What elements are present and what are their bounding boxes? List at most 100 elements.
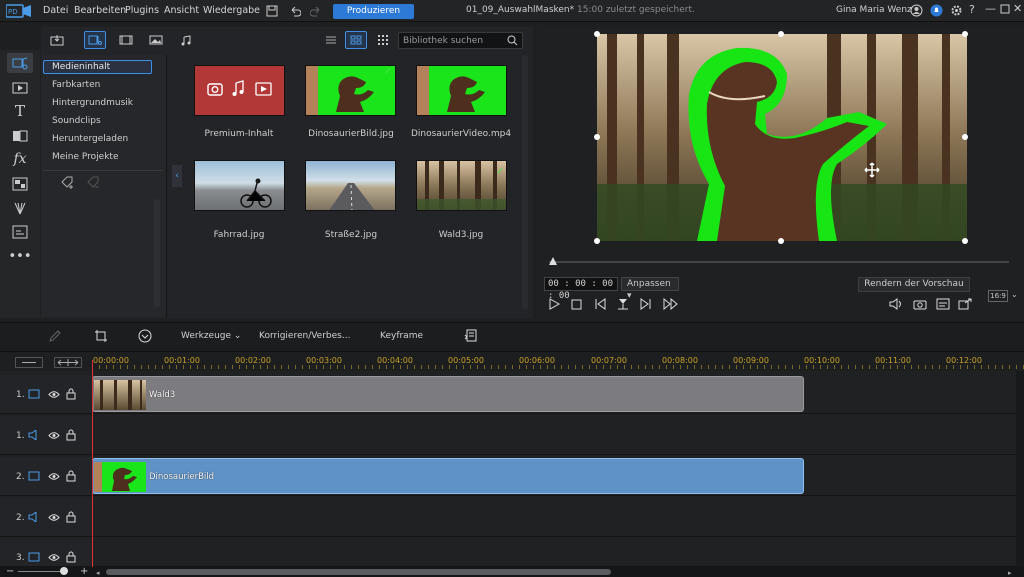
resize-handle[interactable]	[962, 134, 968, 140]
zoom-slider-handle[interactable]	[60, 567, 68, 575]
produce-button[interactable]: Produzieren	[333, 4, 414, 19]
add-marker-icon[interactable]	[464, 329, 478, 343]
media-item-dinosauriervideo[interactable]	[416, 65, 507, 116]
split-icon[interactable]	[617, 298, 629, 310]
stop-icon[interactable]	[571, 299, 582, 310]
particle-room-icon[interactable]	[7, 198, 33, 218]
resize-handle[interactable]	[778, 31, 784, 37]
timeline-vertical-scrollbar[interactable]	[1016, 371, 1024, 567]
keyframe-button[interactable]: Keyframe	[380, 331, 423, 341]
aspect-chevron-icon[interactable]: ⌄	[1011, 290, 1018, 299]
media-scrollbar[interactable]	[522, 55, 528, 310]
fit-timeline-icon[interactable]	[54, 357, 82, 368]
account-icon[interactable]	[910, 4, 923, 17]
zoom-in-icon[interactable]: +	[80, 566, 88, 577]
media-item-strasse2[interactable]	[305, 160, 396, 211]
help-icon[interactable]: ?	[969, 3, 975, 16]
close-icon[interactable]: ✕	[1013, 2, 1022, 15]
resize-handle[interactable]	[594, 31, 600, 37]
lock-icon[interactable]	[66, 551, 76, 563]
zoom-out-icon[interactable]: −	[6, 566, 14, 577]
undock-preview-icon[interactable]	[958, 298, 972, 310]
pip-room-icon[interactable]	[7, 174, 33, 194]
settings-gear-icon[interactable]	[950, 4, 963, 17]
menu-datei[interactable]: Datei	[43, 5, 68, 16]
next-frame-icon[interactable]	[640, 298, 652, 310]
resize-handle[interactable]	[962, 31, 968, 37]
media-item-dinosaurierbild[interactable]	[305, 65, 396, 116]
category-hintergrundmusik[interactable]: Hintergrundmusik	[52, 98, 133, 108]
menu-ansicht[interactable]: Ansicht	[164, 5, 199, 16]
title-room-icon[interactable]: T	[7, 101, 33, 121]
resize-handle[interactable]	[962, 238, 968, 244]
eye-visibility-icon[interactable]	[48, 513, 60, 522]
track-lane-1-audio[interactable]	[92, 416, 1016, 455]
timeline-scroll-thumb[interactable]	[106, 569, 611, 575]
eye-visibility-icon[interactable]	[48, 472, 60, 481]
media-room-icon[interactable]	[7, 53, 33, 73]
lock-icon[interactable]	[66, 470, 76, 482]
tab-video-icon[interactable]	[115, 31, 137, 49]
add-tag-icon[interactable]	[60, 176, 76, 190]
library-search-input[interactable]: Bibliothek suchen	[398, 32, 523, 49]
thumbnail-size-icon[interactable]	[372, 31, 394, 49]
maximize-icon[interactable]	[1000, 4, 1010, 14]
playhead[interactable]	[92, 360, 93, 570]
eye-visibility-icon[interactable]	[48, 431, 60, 440]
search-icon[interactable]	[507, 35, 518, 46]
lock-icon[interactable]	[66, 511, 76, 523]
track-lane-3-video[interactable]	[92, 539, 1016, 567]
previous-frame-icon[interactable]	[594, 298, 606, 310]
tab-audio-icon[interactable]	[175, 31, 197, 49]
remove-tag-icon[interactable]	[86, 176, 102, 190]
notification-icon[interactable]	[930, 4, 943, 17]
clip-dinosaurierbild[interactable]: DinosaurierBild	[92, 458, 804, 494]
media-item-wald3[interactable]	[416, 160, 507, 211]
import-media-icon[interactable]	[46, 31, 68, 49]
transition-room-icon[interactable]	[7, 126, 33, 146]
subtitle-room-icon[interactable]	[7, 222, 33, 242]
timecode-display[interactable]: 00 : 00 : 00 : 00	[544, 277, 618, 301]
lock-icon[interactable]	[66, 388, 76, 400]
category-heruntergeladen[interactable]: Heruntergeladen	[52, 134, 128, 144]
save-icon[interactable]	[266, 5, 278, 17]
category-meine-projekte[interactable]: Meine Projekte	[52, 152, 119, 162]
undo-icon[interactable]	[289, 5, 301, 17]
track-manager-icon[interactable]	[15, 357, 43, 368]
volume-icon[interactable]	[889, 298, 903, 310]
menu-bearbeiten[interactable]: Bearbeiten	[74, 5, 126, 16]
fx-room-icon[interactable]: fx	[7, 149, 33, 169]
redo-icon[interactable]	[310, 5, 322, 17]
tab-all-media-icon[interactable]	[84, 31, 106, 49]
media-item-fahrrad[interactable]	[194, 160, 285, 211]
eye-visibility-icon[interactable]	[48, 553, 60, 562]
fix-enhance-button[interactable]: Korrigieren/Verbes...	[259, 331, 350, 341]
more-rooms-icon[interactable]: •••	[7, 246, 33, 266]
lock-icon[interactable]	[66, 429, 76, 441]
resize-handle[interactable]	[778, 238, 784, 244]
fast-forward-icon[interactable]	[663, 298, 679, 310]
category-farbkarten[interactable]: Farbkarten	[52, 80, 100, 90]
preview-canvas[interactable]	[597, 34, 967, 241]
eye-visibility-icon[interactable]	[48, 390, 60, 399]
menu-plugins[interactable]: Plugins	[125, 5, 159, 16]
fit-dropdown[interactable]: Anpassen ▾	[621, 277, 679, 301]
list-view-icon[interactable]	[320, 31, 342, 49]
tools-menu[interactable]: Werkzeuge ⌄	[181, 331, 241, 341]
clip-wald3[interactable]: Wald3	[92, 376, 804, 412]
crop-icon[interactable]	[94, 329, 108, 343]
scrubber-handle-icon[interactable]	[548, 256, 558, 266]
video-room-icon[interactable]	[7, 78, 33, 98]
category-soundclips[interactable]: Soundclips	[52, 116, 101, 126]
aspect-ratio-badge[interactable]: 16:9	[988, 290, 1008, 302]
media-item-premium[interactable]	[194, 65, 285, 116]
resize-handle[interactable]	[594, 134, 600, 140]
tab-image-icon[interactable]	[145, 31, 167, 49]
play-icon[interactable]	[548, 298, 560, 310]
resize-handle[interactable]	[594, 238, 600, 244]
scroll-left-icon[interactable]: ◂	[96, 569, 104, 577]
subtitle-display-icon[interactable]	[936, 298, 950, 310]
snapshot-camera-icon[interactable]	[913, 298, 927, 310]
tools-dropdown-circle-icon[interactable]	[138, 329, 152, 343]
category-scrollbar[interactable]	[154, 199, 160, 307]
